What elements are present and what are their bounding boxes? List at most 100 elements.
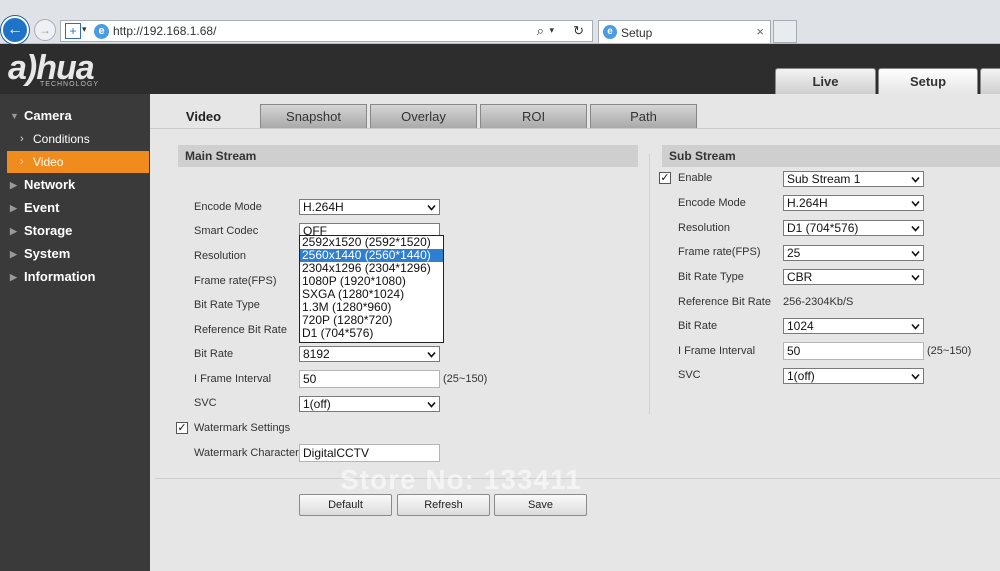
sub-reference-bit-rate-label: Reference Bit Rate — [678, 296, 771, 308]
sub-svc-label: SVC — [678, 369, 701, 381]
sub-encode-mode-select[interactable]: H.264H — [783, 195, 924, 211]
main-panel: Video Snapshot Overlay ROI Path Main Str… — [150, 94, 1000, 571]
encode-mode-select[interactable]: H.264H — [299, 199, 440, 215]
sub-stream-value: Sub Stream 1 — [787, 172, 861, 186]
sub-i-frame-interval-input[interactable]: 50 — [783, 342, 924, 360]
sub-stream-header: Sub Stream — [662, 145, 1000, 167]
sub-i-frame-interval-label: I Frame Interval — [678, 345, 756, 357]
svc-label: SVC — [194, 397, 217, 409]
tab-roi[interactable]: ROI — [480, 104, 587, 128]
close-icon[interactable]: × — [756, 24, 764, 39]
chevron-down-icon — [911, 250, 920, 257]
sub-frame-rate-select[interactable]: 25 — [783, 245, 924, 261]
triangle-right-icon: ▶ — [10, 249, 17, 259]
enable-checkbox[interactable]: ✓ — [659, 172, 671, 184]
tab-snapshot[interactable]: Snapshot — [260, 104, 367, 128]
bit-rate-select[interactable]: 8192 — [299, 346, 440, 362]
address-bar[interactable]: + ▾ e http://192.168.1.68/ ⌕ ▾ ↻ — [60, 20, 593, 42]
i-frame-interval-hint: (25~150) — [443, 373, 488, 385]
sidebar-item-label: Video — [33, 155, 64, 169]
resolution-dropdown-list[interactable]: 2592x1520 (2592*1520) 2560x1440 (2560*14… — [299, 235, 444, 343]
sidebar-item-label: Event — [24, 200, 60, 215]
browser-tab-setup[interactable]: e Setup × — [598, 20, 771, 43]
sidebar-item-video[interactable]: › Video — [7, 151, 149, 173]
bit-rate-value: 8192 — [303, 347, 330, 361]
sidebar-item-label: Conditions — [33, 132, 90, 146]
resolution-option[interactable]: D1 (704*576) — [300, 327, 443, 340]
sidebar-item-camera[interactable]: ▼ Camera — [0, 105, 150, 127]
chevron-down-icon — [911, 225, 920, 232]
chevron-right-icon: › — [20, 133, 24, 145]
i-frame-interval-input[interactable]: 50 — [299, 370, 440, 388]
tab-overlay[interactable]: Overlay — [370, 104, 477, 128]
main-stream-header: Main Stream — [178, 145, 638, 167]
forward-button[interactable]: → — [34, 19, 56, 41]
sub-i-frame-interval-hint: (25~150) — [927, 345, 972, 357]
stream-divider — [649, 154, 650, 414]
tab-video[interactable]: Video — [150, 104, 257, 128]
sidebar-item-event[interactable]: ▶ Event — [0, 197, 150, 219]
sidebar: ▼ Camera › Conditions › Video ▶ Network … — [0, 94, 150, 571]
chevron-down-icon — [911, 200, 920, 207]
sub-svc-select[interactable]: 1(off) — [783, 368, 924, 384]
default-button[interactable]: Default — [299, 494, 392, 516]
tab-path[interactable]: Path — [590, 104, 697, 128]
sub-frame-rate-label: Frame rate(FPS) — [678, 246, 761, 258]
chevron-down-icon[interactable]: ▾ — [82, 24, 87, 35]
chevron-down-icon — [427, 401, 436, 408]
sub-bit-rate-type-select[interactable]: CBR — [783, 269, 924, 285]
sidebar-item-storage[interactable]: ▶ Storage — [0, 220, 150, 242]
new-tab-button[interactable] — [773, 20, 797, 43]
chevron-down-icon — [911, 323, 920, 330]
tab-more[interactable] — [980, 68, 1000, 94]
sidebar-item-label: Network — [24, 177, 76, 192]
chevron-down-icon — [911, 176, 920, 183]
browser-toolbar: ← → + ▾ e http://192.168.1.68/ ⌕ ▾ ↻ e S… — [0, 0, 1000, 44]
store-watermark: Store No: 133411 — [340, 464, 582, 495]
sidebar-item-label: System — [24, 246, 71, 261]
forward-arrow-icon: → — [39, 23, 51, 37]
sidebar-item-label: Storage — [24, 223, 73, 238]
sub-bit-rate-type-label: Bit Rate Type — [678, 271, 744, 283]
sidebar-item-conditions[interactable]: › Conditions — [0, 128, 150, 150]
sidebar-item-information[interactable]: ▶ Information — [0, 266, 150, 288]
back-arrow-icon: ← — [7, 21, 23, 38]
sidebar-item-system[interactable]: ▶ System — [0, 243, 150, 265]
watermark-character-input[interactable]: DigitalCCTV — [299, 444, 440, 462]
sub-stream-select[interactable]: Sub Stream 1 — [783, 171, 924, 187]
save-button[interactable]: Save — [494, 494, 587, 516]
sub-bit-rate-type-value: CBR — [787, 270, 813, 284]
url-text[interactable]: http://192.168.1.68/ — [113, 24, 216, 38]
compatibility-plus-icon[interactable]: + — [65, 23, 81, 39]
chevron-down-icon — [427, 204, 436, 211]
sub-resolution-label: Resolution — [678, 222, 730, 234]
search-dropdown-icon[interactable]: ▾ — [549, 25, 554, 36]
refresh-icon[interactable]: ↻ — [573, 23, 584, 39]
watermark-character-label: Watermark Character — [194, 447, 299, 459]
svc-select[interactable]: 1(off) — [299, 396, 440, 412]
back-button[interactable]: ← — [1, 16, 29, 44]
reference-bit-rate-label: Reference Bit Rate — [194, 324, 287, 336]
bit-rate-label: Bit Rate — [194, 348, 234, 360]
tab-setup[interactable]: Setup — [878, 68, 978, 94]
sub-resolution-select[interactable]: D1 (704*576) — [783, 220, 924, 236]
chevron-down-icon — [911, 373, 920, 380]
triangle-right-icon: ▶ — [10, 203, 17, 213]
watermark-settings-checkbox[interactable]: ✓ — [176, 422, 188, 434]
sub-encode-mode-label: Encode Mode — [678, 197, 746, 209]
svc-value: 1(off) — [303, 397, 331, 411]
tab-live[interactable]: Live — [775, 68, 876, 94]
bit-rate-type-label: Bit Rate Type — [194, 299, 260, 311]
sub-bit-rate-select[interactable]: 1024 — [783, 318, 924, 334]
app-header: a)hua TECHNOLOGY Live Setup — [0, 44, 1000, 94]
sidebar-item-network[interactable]: ▶ Network — [0, 174, 150, 196]
search-icon[interactable]: ⌕ — [537, 23, 544, 39]
sub-svc-value: 1(off) — [787, 369, 815, 383]
resolution-label: Resolution — [194, 250, 246, 262]
chevron-down-icon — [911, 274, 920, 281]
ie-page-icon: e — [94, 24, 109, 39]
sub-bit-rate-value: 1024 — [787, 319, 814, 333]
smart-codec-label: Smart Codec — [194, 225, 259, 237]
refresh-button[interactable]: Refresh — [397, 494, 490, 516]
triangle-down-icon: ▼ — [10, 111, 19, 121]
